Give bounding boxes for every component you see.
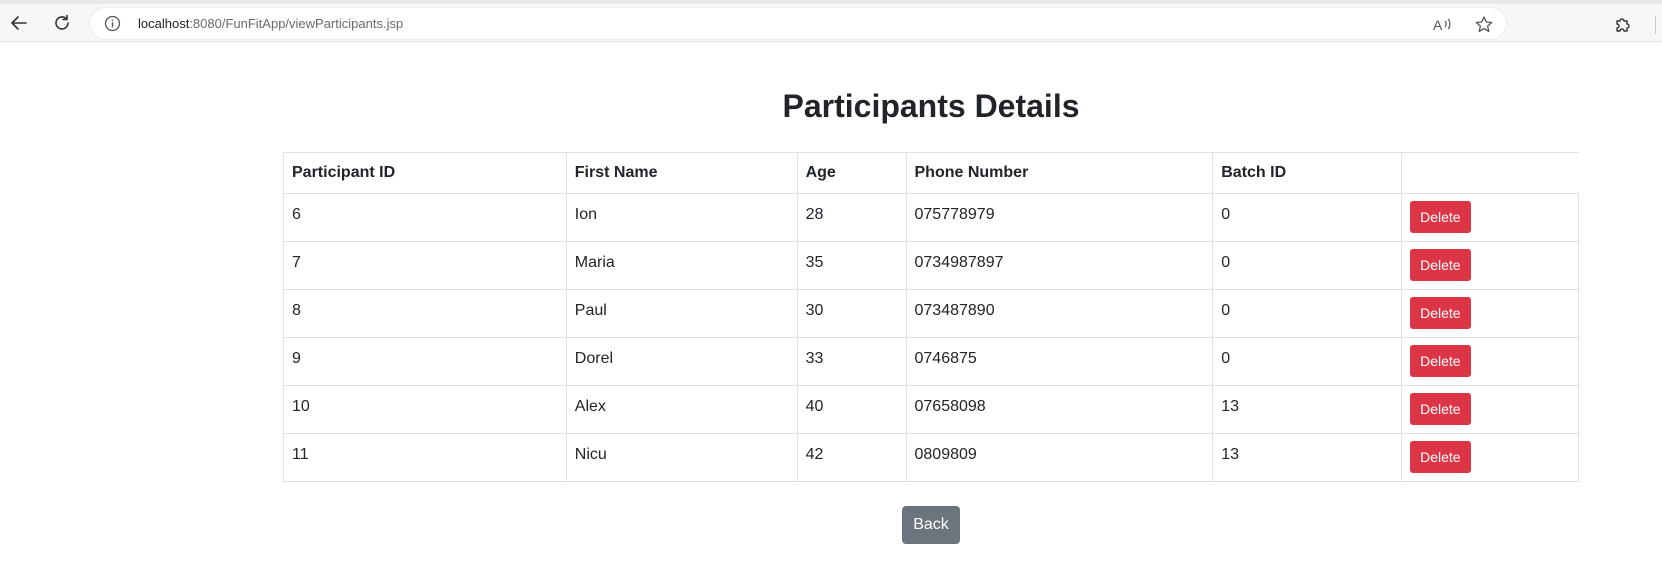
table-row: 11 Nicu 42 0809809 13 Delete (283, 433, 1579, 482)
cell-participant-id: 10 (283, 385, 567, 434)
cell-batch-id: 0 (1212, 337, 1403, 386)
svg-text:A: A (1433, 17, 1443, 33)
cell-first-name: Ion (565, 193, 798, 242)
cell-phone-number: 073487890 (905, 289, 1214, 338)
url-host: localhost (138, 16, 190, 31)
header-first-name: First Name (565, 152, 798, 194)
delete-button[interactable]: Delete (1410, 393, 1471, 425)
cell-first-name: Paul (565, 289, 798, 338)
delete-button[interactable]: Delete (1410, 345, 1471, 377)
url-path: :8080/FunFitApp/viewParticipants.jsp (189, 16, 404, 31)
cell-first-name: Maria (565, 241, 798, 290)
table-row: 6 Ion 28 075778979 0 Delete (283, 193, 1579, 242)
cell-participant-id: 6 (283, 193, 567, 242)
header-phone-number: Phone Number (905, 152, 1214, 194)
address-bar[interactable]: localhost:8080/FunFitApp/viewParticipant… (90, 8, 1506, 39)
cell-first-name: Nicu (565, 433, 798, 482)
puzzle-icon[interactable] (1613, 15, 1633, 35)
header-participant-id: Participant ID (283, 152, 567, 194)
cell-participant-id: 9 (283, 337, 567, 386)
table-header-row: Participant ID First Name Age Phone Numb… (283, 152, 1579, 194)
cell-actions: Delete (1401, 289, 1579, 338)
cell-age: 40 (796, 385, 907, 434)
cell-actions: Delete (1401, 433, 1579, 482)
header-actions (1401, 152, 1579, 194)
back-button[interactable]: Back (902, 506, 960, 544)
info-icon[interactable] (104, 15, 121, 32)
delete-button[interactable]: Delete (1410, 297, 1471, 329)
cell-batch-id: 0 (1212, 241, 1403, 290)
cell-participant-id: 11 (283, 433, 567, 482)
header-batch-id: Batch ID (1212, 152, 1403, 194)
delete-button[interactable]: Delete (1410, 441, 1471, 473)
reload-icon (55, 14, 69, 30)
header-age: Age (796, 152, 907, 194)
cell-phone-number: 0809809 (905, 433, 1214, 482)
reload-button[interactable] (50, 11, 74, 35)
cell-batch-id: 13 (1212, 385, 1403, 434)
arrow-left-icon (11, 16, 27, 30)
cell-age: 33 (796, 337, 907, 386)
cell-phone-number: 075778979 (905, 193, 1214, 242)
table-row: 8 Paul 30 073487890 0 Delete (283, 289, 1579, 338)
cell-first-name: Dorel (565, 337, 798, 386)
cell-batch-id: 0 (1212, 193, 1403, 242)
page-title-text: Participants Details (782, 88, 1080, 124)
table-row: 7 Maria 35 0734987897 0 Delete (283, 241, 1579, 290)
toolbar-divider (1655, 16, 1656, 34)
back-navigation-button[interactable] (7, 11, 31, 35)
cell-phone-number: 07658098 (905, 385, 1214, 434)
cell-participant-id: 8 (283, 289, 567, 338)
participants-table: Participant ID First Name Age Phone Numb… (283, 152, 1579, 482)
cell-actions: Delete (1401, 193, 1579, 242)
cell-actions: Delete (1401, 385, 1579, 434)
cell-batch-id: 13 (1212, 433, 1403, 482)
delete-button[interactable]: Delete (1410, 249, 1471, 281)
cell-actions: Delete (1401, 241, 1579, 290)
page-title: Participants Details (0, 88, 1662, 125)
cell-actions: Delete (1401, 337, 1579, 386)
star-icon[interactable] (1474, 15, 1494, 35)
cell-batch-id: 0 (1212, 289, 1403, 338)
browser-toolbar: localhost:8080/FunFitApp/viewParticipant… (0, 0, 1662, 42)
cell-first-name: Alex (565, 385, 798, 434)
cell-age: 28 (796, 193, 907, 242)
cell-participant-id: 7 (283, 241, 567, 290)
cell-phone-number: 0734987897 (905, 241, 1214, 290)
cell-age: 42 (796, 433, 907, 482)
read-aloud-icon[interactable]: A (1432, 16, 1454, 34)
cell-age: 35 (796, 241, 907, 290)
table-row: 10 Alex 40 07658098 13 Delete (283, 385, 1579, 434)
cell-phone-number: 0746875 (905, 337, 1214, 386)
url-text[interactable]: localhost:8080/FunFitApp/viewParticipant… (138, 16, 403, 31)
cell-age: 30 (796, 289, 907, 338)
table-row: 9 Dorel 33 0746875 0 Delete (283, 337, 1579, 386)
delete-button[interactable]: Delete (1410, 201, 1471, 233)
